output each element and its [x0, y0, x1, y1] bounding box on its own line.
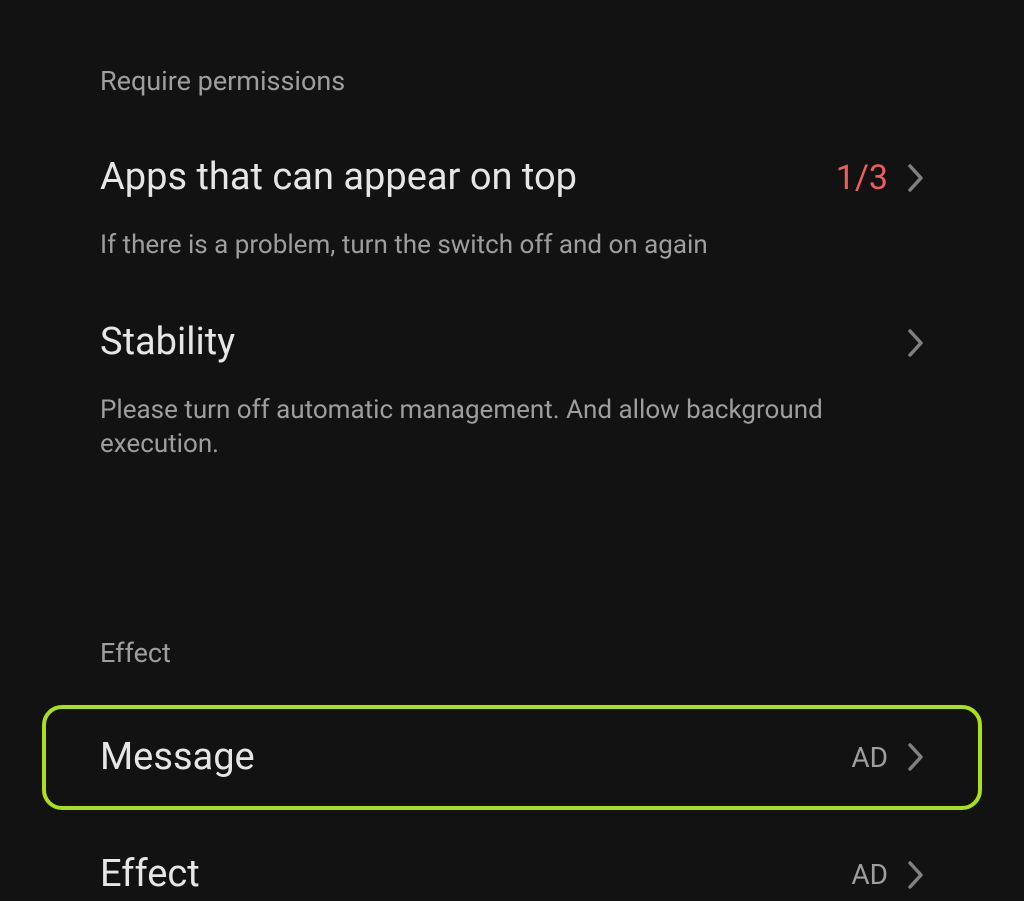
row-message[interactable]: Message AD: [0, 735, 1024, 781]
row-title: Message: [100, 735, 255, 781]
row-stability[interactable]: Stability Please turn off automatic mana…: [0, 320, 1024, 461]
row-title: Stability: [100, 320, 235, 366]
row-title: Effect: [100, 852, 200, 898]
row-value: AD: [851, 741, 888, 774]
row-subtitle: Please turn off automatic management. An…: [100, 394, 924, 462]
section-header-permissions: Require permissions: [0, 0, 1024, 97]
chevron-right-icon: [908, 861, 924, 889]
section-header-effect: Effect: [0, 572, 1024, 669]
chevron-right-icon: [908, 329, 924, 357]
row-effect[interactable]: Effect AD: [0, 852, 1024, 898]
chevron-right-icon: [908, 743, 924, 771]
permission-count: 1/3: [836, 158, 888, 198]
row-title: Apps that can appear on top: [100, 155, 577, 201]
chevron-right-icon: [908, 164, 924, 192]
row-subtitle: If there is a problem, turn the switch o…: [100, 229, 924, 263]
row-apps-on-top[interactable]: Apps that can appear on top 1/3 If there…: [0, 155, 1024, 262]
row-value: AD: [851, 858, 888, 891]
